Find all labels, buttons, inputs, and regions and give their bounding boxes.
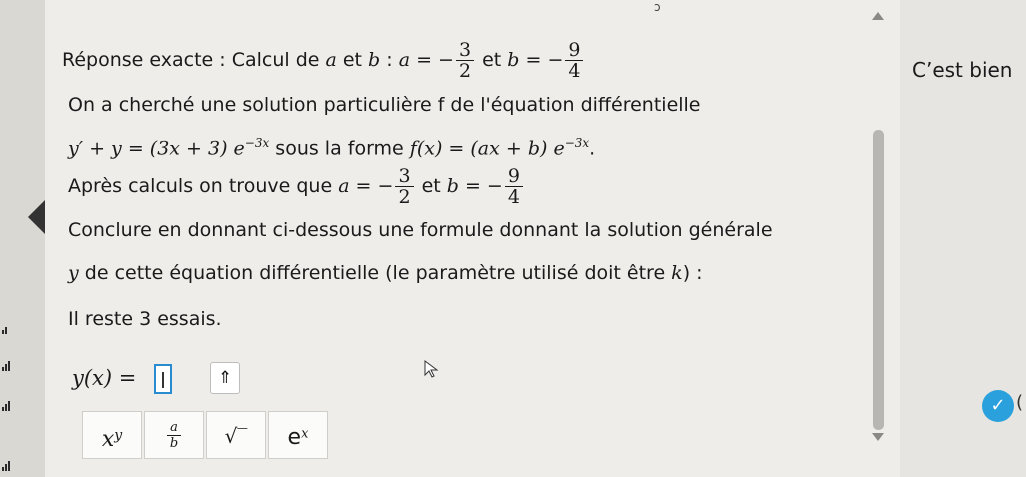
line3-fraction-b: 94 bbox=[504, 166, 523, 207]
header-colon: : bbox=[380, 49, 399, 71]
expand-button[interactable]: ⇑ bbox=[210, 362, 240, 394]
var-a: a bbox=[325, 49, 337, 71]
line5-k: k bbox=[671, 262, 683, 284]
header-et-2: et bbox=[482, 49, 508, 71]
line3-fraction-a: 32 bbox=[395, 166, 414, 207]
a-equation: a = − bbox=[398, 49, 454, 71]
fraction-b: 94 bbox=[565, 40, 584, 81]
exp-button[interactable]: ex bbox=[268, 411, 328, 459]
line3-et: et bbox=[415, 175, 447, 197]
fraction-a: 32 bbox=[455, 40, 475, 81]
var-b: b bbox=[368, 49, 381, 71]
text-line-3: Après calculs on trouve que a = −3 2 et b… bbox=[68, 164, 525, 208]
line2-mid: sous la forme bbox=[269, 137, 410, 160]
collapse-arrow-icon[interactable] bbox=[28, 200, 45, 234]
form-expr: f(x) = (ax + b) e bbox=[409, 137, 565, 160]
line5-text: de cette équation différentielle (le par… bbox=[78, 262, 672, 284]
b-equation: b = − bbox=[507, 49, 564, 71]
text-line-2: y′ + y = (3x + 3) e−3x sous la forme f(x… bbox=[68, 136, 595, 159]
header-et: et bbox=[336, 49, 369, 71]
text-line-4: Conclure en donnant ci-dessous une formu… bbox=[68, 219, 773, 241]
line5-end: ) : bbox=[682, 262, 703, 284]
check-partial-text: ( bbox=[1016, 392, 1024, 413]
form-exp: −3x bbox=[564, 136, 590, 150]
power-button[interactable]: xy bbox=[82, 411, 142, 459]
fraction-button[interactable]: ab bbox=[144, 411, 204, 459]
signal-icon bbox=[2, 452, 16, 471]
check-icon[interactable]: ✓ bbox=[982, 390, 1014, 422]
answer-input[interactable] bbox=[154, 364, 172, 394]
answer-label: y(x) = bbox=[72, 366, 137, 390]
top-mark: ɔ bbox=[654, 0, 661, 14]
feedback-text: C’est bien bbox=[912, 58, 1013, 82]
header-prefix: Réponse exacte : Calcul de bbox=[62, 49, 326, 71]
line2-end: . bbox=[589, 137, 596, 160]
signal-icon bbox=[2, 352, 16, 371]
text-line-1: On a cherché une solution particulière f… bbox=[68, 94, 701, 116]
scrollbar-thumb[interactable] bbox=[873, 130, 884, 430]
signal-icon bbox=[2, 315, 16, 334]
equation-exp: −3x bbox=[244, 136, 270, 150]
line3-b: b = − bbox=[446, 175, 503, 197]
scroll-down-arrow-icon[interactable] bbox=[872, 433, 884, 441]
signal-icon bbox=[2, 392, 16, 411]
line3-a: a = − bbox=[338, 175, 394, 197]
mouse-cursor-icon bbox=[424, 360, 439, 378]
scroll-up-arrow-icon[interactable] bbox=[872, 12, 884, 20]
text-line-5: y de cette équation différentielle (le p… bbox=[68, 262, 703, 284]
answer-header: Réponse exacte : Calcul de a et b : a = … bbox=[62, 40, 585, 81]
line5-y: y bbox=[68, 262, 79, 284]
equation: y′ + y = (3x + 3) e bbox=[68, 137, 245, 160]
line3-text: Après calculs on trouve que bbox=[68, 175, 339, 197]
sqrt-button[interactable]: √‾ bbox=[206, 411, 266, 459]
attempts-remaining: Il reste 3 essais. bbox=[68, 308, 222, 330]
